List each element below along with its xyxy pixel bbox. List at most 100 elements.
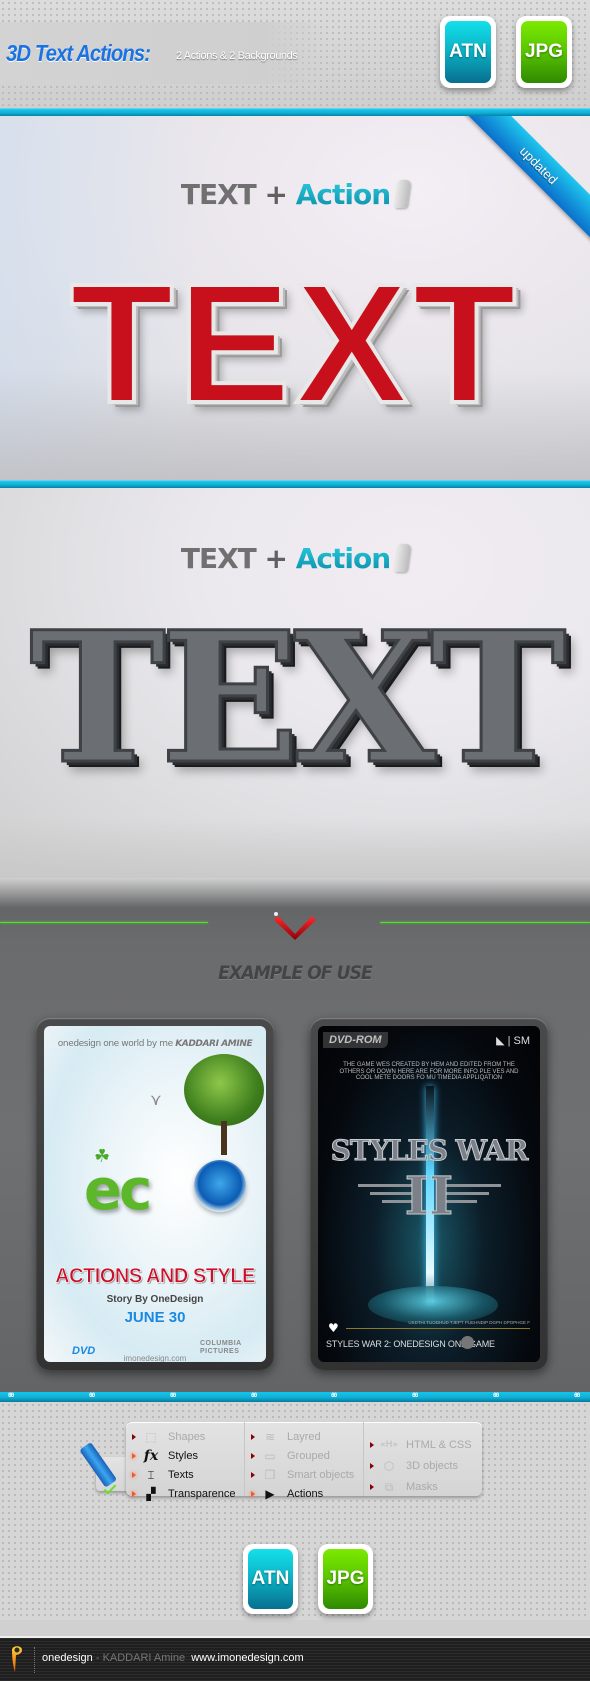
- cover-story: Story By OneDesign: [106, 1294, 204, 1305]
- rivet-icon: 00: [170, 1392, 176, 1399]
- feature-texts: ⌶ Texts: [132, 1467, 244, 1483]
- small-print: USDTHI TUODHUD TJEPT PUEHNDIP DGPH DPOPH…: [408, 1320, 530, 1325]
- feature-label: Actions: [287, 1488, 324, 1500]
- feature-masks: ⧉ Masks: [370, 1478, 482, 1496]
- rivet-icon: 00: [493, 1392, 499, 1399]
- feature-label: Layred: [287, 1431, 321, 1443]
- connector-bar: 00 00 00 00 00 00 00 00: [0, 1392, 590, 1402]
- grey-3d-text: TEXT: [28, 592, 568, 806]
- cover-top-line: onedesign one world by me KADDARI AMINE: [44, 1039, 266, 1049]
- publisher-logo: ◣ | SM: [496, 1035, 531, 1047]
- header-divider: [0, 108, 590, 116]
- game-dvd-cover: DVD-ROM ◣ | SM THE GAME WES CREATED BY H…: [318, 1026, 540, 1362]
- tagline-text: TEXT: [180, 178, 257, 211]
- tagline-action: Action: [295, 542, 391, 575]
- heart-icon: ♥: [328, 1321, 339, 1335]
- jpg-badge[interactable]: JPG: [318, 1544, 373, 1614]
- footer: onedesign - KADDARI Amine www.imonedesig…: [0, 1636, 590, 1681]
- feature-shapes: ⬚ Shapes: [132, 1429, 244, 1445]
- jpg-badge-label: JPG: [323, 1549, 368, 1609]
- tagline: TEXT + Action: [0, 178, 590, 211]
- bullet-arrow-icon: [132, 1434, 136, 1440]
- text-box-icon: ⌶: [147, 1467, 155, 1482]
- dvd-rom-badge: DVD-ROM: [323, 1032, 388, 1048]
- chevron-down-icon[interactable]: [272, 908, 318, 942]
- tagline-plus: +: [264, 178, 288, 211]
- cover-date: JUNE 30: [124, 1309, 186, 1326]
- rivet-icon: 00: [251, 1392, 257, 1399]
- feature-label: Shapes: [168, 1431, 206, 1443]
- feature-column-3: «H» HTML & CSS ⬡ 3D objects ⧉ Masks: [364, 1422, 482, 1496]
- hook-icon: [394, 180, 412, 208]
- game-numeral: II: [404, 1166, 454, 1228]
- green-divider-left: [0, 922, 208, 923]
- footer-dash: -: [92, 1652, 103, 1664]
- example-section: EXAMPLE OF USE onedesign one world by me…: [0, 878, 590, 1400]
- feature-label: Smart objects: [287, 1469, 355, 1481]
- cover-author: KADDARI AMINE: [175, 1039, 253, 1049]
- feature-label: Transparence: [168, 1488, 236, 1500]
- html-icon: «H»: [380, 1440, 398, 1450]
- atn-badge[interactable]: ATN: [440, 16, 496, 88]
- bullet-arrow-icon: [370, 1463, 374, 1469]
- feature-label: Grouped: [287, 1450, 330, 1462]
- feature-transparence: ▞ Transparence: [132, 1486, 244, 1502]
- bullet-arrow-icon: [132, 1491, 136, 1497]
- feature-layred: ≋ Layred: [251, 1429, 363, 1445]
- cover-title: ACTIONS AND STYLE: [55, 1264, 256, 1288]
- studio-logo: COLUMBIA PICTURES: [200, 1340, 242, 1355]
- publisher-logo-text: SM: [513, 1035, 531, 1047]
- preview-grey-text: TEXT + Action TEXT: [0, 488, 590, 878]
- tree-image: [184, 1054, 264, 1126]
- atn-badge-label: ATN: [445, 21, 491, 83]
- footer-separator: [34, 1647, 35, 1673]
- layers-icon: ≋: [264, 1430, 276, 1444]
- feature-actions: ▶ Actions: [251, 1486, 363, 1502]
- onedesign-logo-icon: [12, 1646, 22, 1672]
- masks-icon: ⧉: [384, 1479, 394, 1494]
- eco-dvd-frame[interactable]: onedesign one world by me KADDARI AMINE …: [36, 1018, 274, 1370]
- atn-badge-label: ATN: [248, 1549, 293, 1609]
- footer-credits: onedesign - KADDARI Amine www.imonedesig…: [42, 1652, 304, 1664]
- transparency-icon: ▞: [146, 1487, 156, 1501]
- folder-icon: ▭: [264, 1449, 276, 1463]
- feature-label: Styles: [168, 1450, 198, 1462]
- fx-icon: fx: [143, 1448, 159, 1464]
- bullet-arrow-icon: [370, 1442, 374, 1448]
- preview-divider: [0, 480, 590, 488]
- studio-icon: [461, 1336, 474, 1349]
- bullet-arrow-icon: [132, 1453, 136, 1459]
- tagline-text: TEXT: [180, 542, 257, 575]
- footer-url[interactable]: www.imonedesign.com: [191, 1652, 304, 1664]
- eco-dvd-cover: onedesign one world by me KADDARI AMINE …: [44, 1026, 266, 1362]
- jpg-badge[interactable]: JPG: [516, 16, 572, 88]
- feature-column-1: ⬚ Shapes fx Styles ⌶ Texts ▞ Transparence: [126, 1422, 245, 1501]
- rivet-icon: 00: [574, 1392, 580, 1399]
- feature-styles: fx Styles: [132, 1448, 244, 1464]
- bullet-arrow-icon: [251, 1472, 255, 1478]
- red-3d-text: TEXT: [68, 247, 521, 441]
- hook-icon: [394, 544, 412, 572]
- tagline-action: Action: [295, 178, 391, 211]
- page-subtitle: 2 Actions & 2 Backgrounds: [176, 50, 298, 62]
- page-title: 3D Text Actions:: [6, 40, 151, 66]
- tagline-plus: +: [264, 542, 288, 575]
- eco-word: ec: [84, 1158, 152, 1223]
- footer-author: KADDARI Amine: [102, 1652, 186, 1664]
- header: 3D Text Actions: 2 Actions & 2 Backgroun…: [0, 0, 590, 108]
- game-title: STYLES WAR: [330, 1134, 529, 1168]
- game-dvd-frame[interactable]: DVD-ROM ◣ | SM THE GAME WES CREATED BY H…: [310, 1018, 548, 1370]
- atn-badge[interactable]: ATN: [243, 1544, 298, 1614]
- green-divider-right: [380, 922, 590, 923]
- cover-separator: [346, 1328, 530, 1329]
- feature-grouped: ▭ Grouped: [251, 1448, 363, 1464]
- energy-pedestal: [368, 1286, 498, 1324]
- bullet-arrow-icon: [251, 1434, 255, 1440]
- feature-smart-objects: ❐ Smart objects: [251, 1467, 363, 1483]
- features-section: ⬚ Shapes fx Styles ⌶ Texts ▞ Transparence ≋ L…: [0, 1402, 590, 1620]
- feature-html-css: «H» HTML & CSS: [370, 1436, 482, 1454]
- feature-label: Masks: [406, 1481, 438, 1493]
- actions-scroll-icon: ▶: [265, 1487, 275, 1501]
- tree-trunk: [221, 1121, 227, 1155]
- rivet-icon: 00: [412, 1392, 418, 1399]
